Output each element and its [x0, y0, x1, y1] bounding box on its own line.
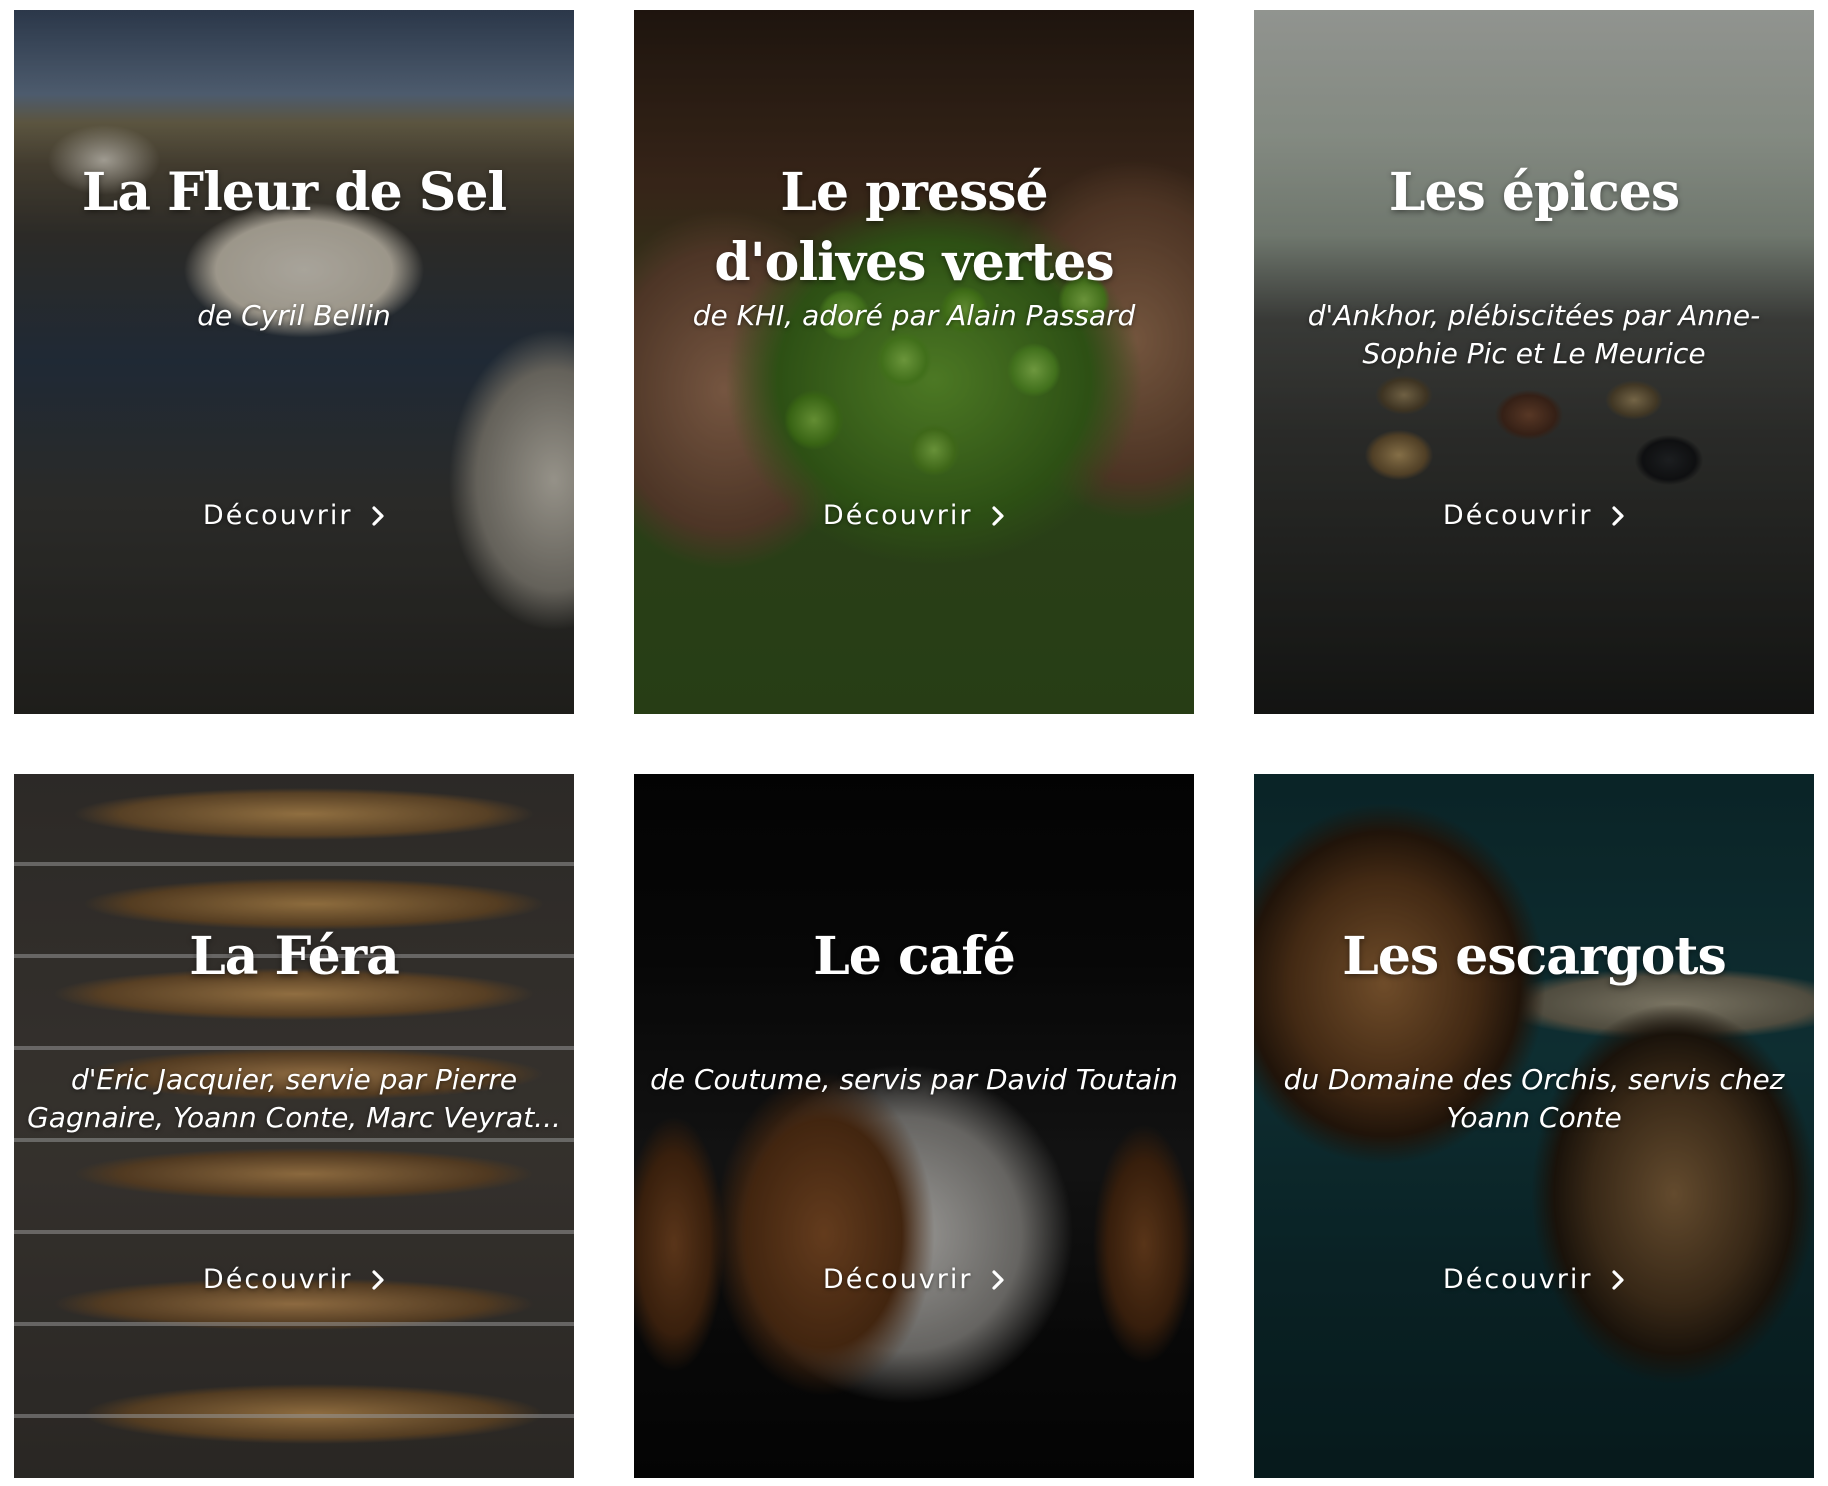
chevron-right-icon: [991, 1267, 1005, 1298]
card-title: Les épices: [1388, 162, 1680, 223]
card-fleur-de-sel[interactable]: La Fleur de Sel de Cyril Bellin Découvri…: [14, 10, 574, 714]
card-subtitle: de Cyril Bellin: [197, 299, 391, 332]
card-olive-oil[interactable]: Le pressé d'olives vertes de KHI, adoré …: [634, 10, 1194, 714]
card-title: Le pressé d'olives vertes: [714, 162, 1114, 293]
card-coffee[interactable]: Le café de Coutume, servis par David Tou…: [634, 774, 1194, 1478]
chevron-right-icon: [371, 503, 385, 534]
card-snails[interactable]: Les escargots du Domaine des Orchis, ser…: [1254, 774, 1814, 1478]
card-title: Les escargots: [1342, 926, 1726, 987]
chevron-right-icon: [1611, 1267, 1625, 1298]
card-subtitle: d'Eric Jacquier, servie par Pierre Gagna…: [27, 1063, 561, 1134]
card-subtitle: de KHI, adoré par Alain Passard: [692, 299, 1136, 332]
card-title: La Féra: [189, 926, 400, 987]
card-title: Le café: [813, 926, 1016, 987]
discover-label: Découvrir: [1442, 500, 1593, 531]
discover-link[interactable]: Découvrir: [14, 1264, 574, 1298]
chevron-right-icon: [1611, 503, 1625, 534]
chevron-right-icon: [991, 503, 1005, 534]
discover-label: Découvrir: [202, 500, 353, 531]
discover-link[interactable]: Découvrir: [634, 1264, 1194, 1298]
chevron-right-icon: [371, 1267, 385, 1298]
discover-label: Découvrir: [822, 500, 973, 531]
discover-link[interactable]: Découvrir: [1254, 500, 1814, 534]
discover-link[interactable]: Découvrir: [1254, 1264, 1814, 1298]
discover-label: Découvrir: [822, 1264, 973, 1295]
discover-label: Découvrir: [1442, 1264, 1593, 1295]
card-subtitle: de Coutume, servis par David Toutain: [650, 1063, 1178, 1096]
discover-label: Découvrir: [202, 1264, 353, 1295]
card-fera[interactable]: La Féra d'Eric Jacquier, servie par Pier…: [14, 774, 574, 1478]
discover-link[interactable]: Découvrir: [14, 500, 574, 534]
discover-link[interactable]: Découvrir: [634, 500, 1194, 534]
card-title: La Fleur de Sel: [81, 162, 507, 223]
card-spices[interactable]: Les épices d'Ankhor, plébiscitées par An…: [1254, 10, 1814, 714]
card-subtitle: du Domaine des Orchis, servis chez Yoann…: [1283, 1063, 1785, 1134]
card-subtitle: d'Ankhor, plébiscitées par Anne-Sophie P…: [1307, 299, 1761, 370]
product-card-grid: La Fleur de Sel de Cyril Bellin Découvri…: [0, 0, 1828, 1486]
